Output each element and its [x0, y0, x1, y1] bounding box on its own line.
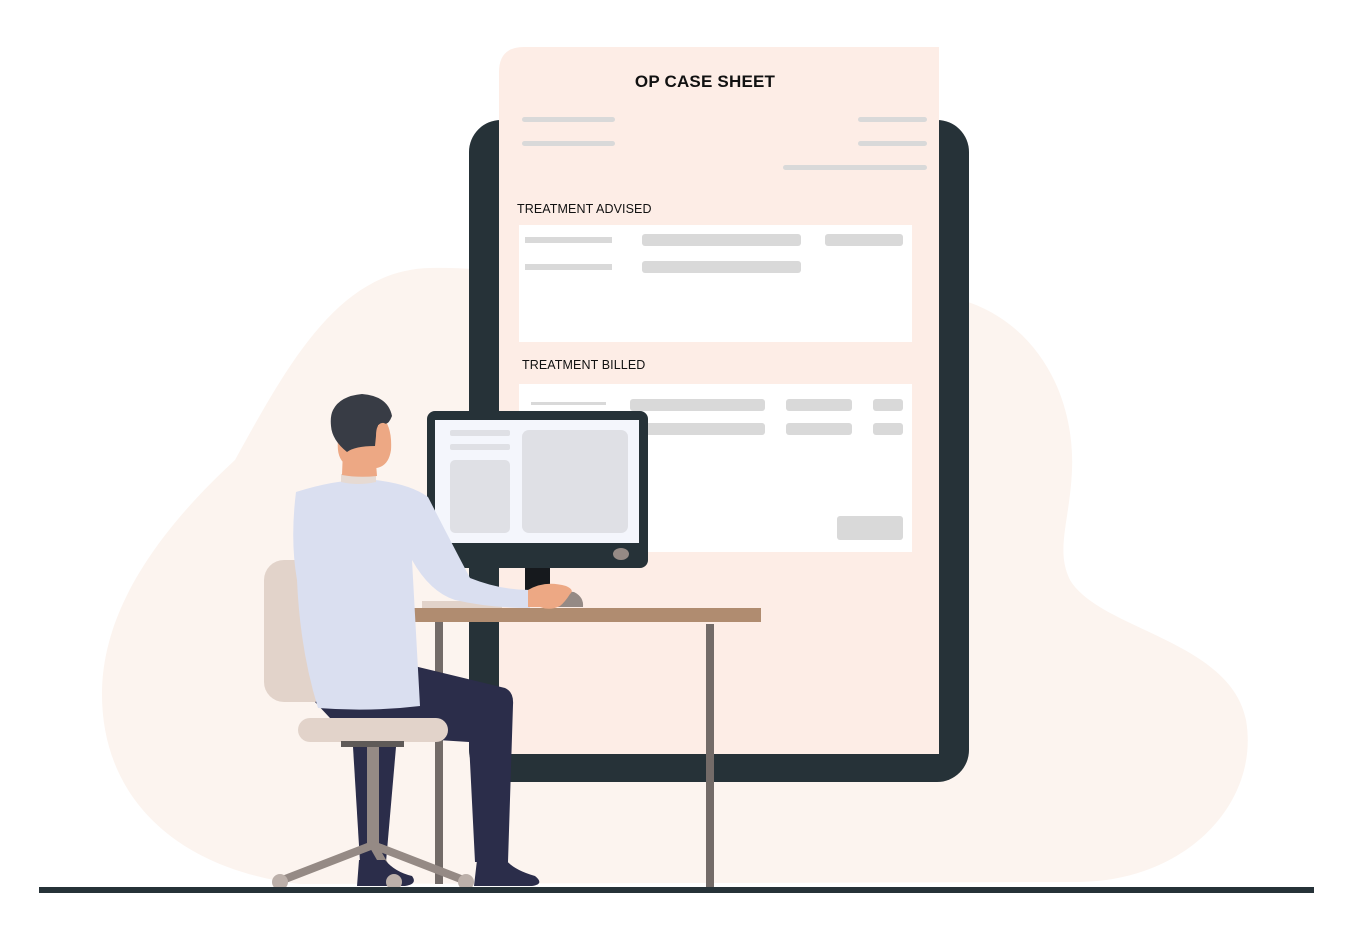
case-sheet-title: OP CASE SHEET	[635, 72, 776, 91]
section-label-treatment-billed: TREATMENT BILLED	[522, 358, 645, 372]
desk-top	[410, 608, 761, 622]
chair-seat	[298, 718, 448, 742]
desk-leg-right	[706, 624, 714, 888]
monitor-power-button	[613, 548, 629, 560]
desk-leg-left	[435, 622, 443, 884]
head	[330, 394, 392, 469]
monitor-sidebar-panel	[450, 460, 510, 533]
chair-pole	[367, 747, 379, 847]
monitor-main-panel	[522, 430, 628, 533]
billed-total-placeholder	[837, 516, 903, 540]
illustration: OP CASE SHEET TREATMENT ADVISED TREATMEN…	[39, 47, 1314, 893]
section-label-treatment-advised: TREATMENT ADVISED	[517, 202, 652, 216]
floor-line	[39, 887, 1314, 893]
monitor	[427, 411, 648, 568]
chair-seat-mount	[341, 741, 404, 747]
